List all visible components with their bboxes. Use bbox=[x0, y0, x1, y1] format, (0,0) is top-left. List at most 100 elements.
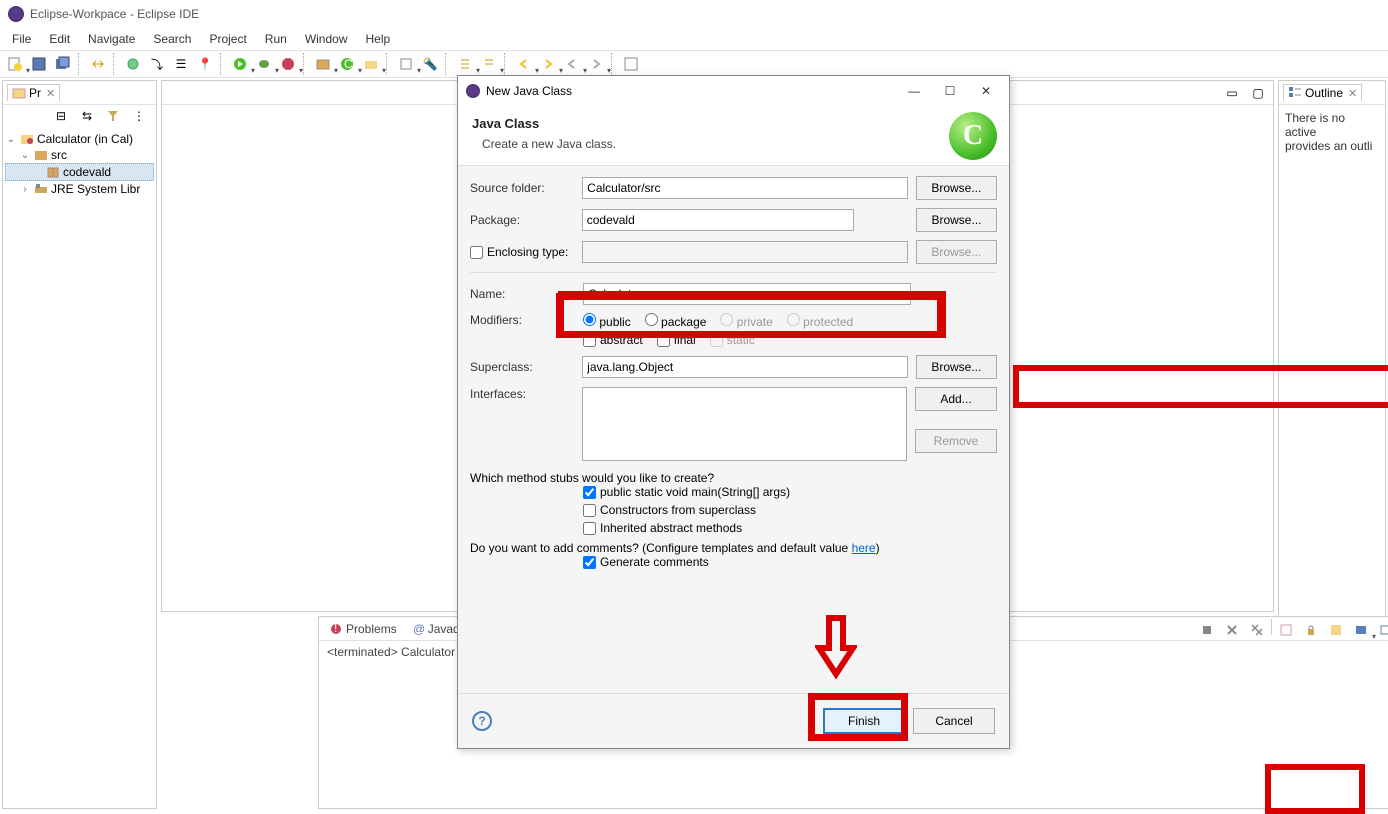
generate-comments-checkbox[interactable]: Generate comments bbox=[583, 555, 997, 569]
menu-project[interactable]: Project bbox=[201, 30, 254, 48]
window-titlebar: Eclipse-Workpace - Eclipse IDE bbox=[0, 0, 1388, 28]
forward-icon[interactable] bbox=[537, 53, 559, 75]
collapse-all-icon[interactable]: ⊟ bbox=[50, 105, 72, 127]
close-icon[interactable]: ✕ bbox=[971, 84, 1001, 98]
source-folder-input[interactable] bbox=[582, 177, 907, 199]
link-icon[interactable] bbox=[87, 53, 109, 75]
name-input[interactable] bbox=[583, 283, 911, 305]
back-history-icon[interactable] bbox=[561, 53, 583, 75]
new-folder-icon[interactable] bbox=[360, 53, 382, 75]
close-icon[interactable]: ✕ bbox=[1348, 87, 1357, 100]
menu-window[interactable]: Window bbox=[297, 30, 356, 48]
stub-main-checkbox[interactable]: public static void main(String[] args) bbox=[583, 485, 997, 499]
forward-history-icon[interactable] bbox=[585, 53, 607, 75]
run-icon[interactable] bbox=[229, 53, 251, 75]
expand-icon[interactable]: › bbox=[19, 184, 31, 195]
folder-icon bbox=[12, 86, 26, 100]
problems-label: Problems bbox=[346, 622, 397, 636]
finish-button[interactable]: Finish bbox=[823, 708, 905, 734]
debug-icon[interactable] bbox=[122, 53, 144, 75]
clear-console-icon[interactable] bbox=[1275, 619, 1297, 641]
interfaces-label: Interfaces: bbox=[470, 387, 574, 401]
search-icon[interactable]: 🔦 bbox=[419, 53, 441, 75]
tree-jre[interactable]: JRE System Libr bbox=[51, 182, 140, 196]
dialog-heading: Java Class bbox=[472, 116, 995, 131]
cancel-button[interactable]: Cancel bbox=[913, 708, 995, 734]
add-interface-button[interactable]: Add... bbox=[915, 387, 997, 411]
new-class-icon[interactable]: C bbox=[336, 53, 358, 75]
expand-icon[interactable]: ⌄ bbox=[5, 134, 17, 145]
tree-package[interactable]: codevald bbox=[63, 165, 111, 179]
minimize-icon[interactable]: — bbox=[899, 84, 929, 98]
filter-icon[interactable] bbox=[102, 105, 124, 127]
menu-navigate[interactable]: Navigate bbox=[80, 30, 143, 48]
menu-search[interactable]: Search bbox=[145, 30, 199, 48]
tree-src[interactable]: src bbox=[51, 148, 67, 162]
back-icon[interactable] bbox=[513, 53, 535, 75]
annotation-prev-icon[interactable] bbox=[478, 53, 500, 75]
browse-source-button[interactable]: Browse... bbox=[916, 176, 997, 200]
configure-here-link[interactable]: here bbox=[852, 541, 876, 555]
save-icon[interactable] bbox=[28, 53, 50, 75]
align-icon[interactable]: ☰ bbox=[170, 53, 192, 75]
enclosing-checkbox[interactable]: Enclosing type: bbox=[470, 245, 574, 259]
superclass-input[interactable] bbox=[582, 356, 907, 378]
link-editor-icon[interactable]: ⇆ bbox=[76, 105, 98, 127]
minimize-icon[interactable]: ▭ bbox=[1221, 82, 1243, 104]
debug-run-icon[interactable] bbox=[253, 53, 275, 75]
annotation-nav-icon[interactable] bbox=[454, 53, 476, 75]
maximize-icon[interactable]: ☐ bbox=[935, 84, 965, 98]
modifier-abstract-checkbox[interactable]: abstract bbox=[583, 333, 643, 347]
pin-icon[interactable]: 📍 bbox=[194, 53, 216, 75]
open-console-icon[interactable] bbox=[1375, 619, 1388, 641]
package-icon bbox=[46, 165, 60, 179]
display-selected-icon[interactable] bbox=[1350, 619, 1372, 641]
new-icon[interactable] bbox=[4, 53, 26, 75]
stub-constructors-checkbox[interactable]: Constructors from superclass bbox=[583, 503, 997, 517]
maximize-icon[interactable]: ▢ bbox=[1247, 82, 1269, 104]
menubar: File Edit Navigate Search Project Run Wi… bbox=[0, 28, 1388, 50]
modifier-static-checkbox: static bbox=[710, 333, 755, 347]
menu-file[interactable]: File bbox=[4, 30, 39, 48]
help-icon[interactable]: ? bbox=[472, 711, 492, 731]
problems-tab[interactable]: ! Problems bbox=[323, 620, 403, 638]
menu-edit[interactable]: Edit bbox=[41, 30, 78, 48]
close-icon[interactable]: ✕ bbox=[46, 87, 55, 100]
scroll-lock-icon[interactable] bbox=[1300, 619, 1322, 641]
interfaces-listbox[interactable] bbox=[582, 387, 907, 461]
menu-run[interactable]: Run bbox=[257, 30, 295, 48]
terminate-icon[interactable] bbox=[1196, 619, 1218, 641]
outline-icon bbox=[1288, 86, 1302, 100]
browse-enclosing-button: Browse... bbox=[916, 240, 997, 264]
browse-package-button[interactable]: Browse... bbox=[916, 208, 997, 232]
save-all-icon[interactable] bbox=[52, 53, 74, 75]
jre-library-icon bbox=[34, 182, 48, 196]
word-wrap-icon[interactable] bbox=[1325, 619, 1347, 641]
skip-icon[interactable]: ⤵ bbox=[146, 53, 168, 75]
modifier-public-radio[interactable]: public bbox=[583, 313, 631, 329]
remove-launch-icon[interactable] bbox=[1221, 619, 1243, 641]
project-explorer-tab[interactable]: Pr ✕ bbox=[7, 84, 60, 101]
open-type-icon[interactable] bbox=[395, 53, 417, 75]
outline-tab[interactable]: Outline ✕ bbox=[1283, 84, 1362, 101]
stub-inherited-checkbox[interactable]: Inherited abstract methods bbox=[583, 521, 997, 535]
modifier-package-radio[interactable]: package bbox=[645, 313, 707, 329]
remove-all-icon[interactable] bbox=[1246, 619, 1268, 641]
new-package-icon[interactable] bbox=[312, 53, 334, 75]
dialog-titlebar[interactable]: New Java Class — ☐ ✕ bbox=[458, 76, 1009, 106]
modifier-private-radio: private bbox=[720, 313, 772, 329]
view-menu-icon[interactable]: ⋮ bbox=[128, 105, 150, 127]
package-input[interactable] bbox=[582, 209, 854, 231]
tree-project[interactable]: Calculator (in Cal) bbox=[37, 132, 133, 146]
name-label: Name: bbox=[470, 287, 575, 301]
perspective-icon[interactable] bbox=[620, 53, 642, 75]
coverage-icon[interactable] bbox=[277, 53, 299, 75]
project-tree: ⌄ Calculator (in Cal) ⌄ src codevald › J… bbox=[3, 127, 156, 201]
browse-superclass-button[interactable]: Browse... bbox=[916, 355, 997, 379]
dialog-subtitle: Create a new Java class. bbox=[482, 137, 995, 151]
window-title: Eclipse-Workpace - Eclipse IDE bbox=[30, 7, 199, 21]
modifier-final-checkbox[interactable]: final bbox=[657, 333, 696, 347]
expand-icon[interactable]: ⌄ bbox=[19, 150, 31, 161]
menu-help[interactable]: Help bbox=[358, 30, 399, 48]
class-wizard-icon: C bbox=[949, 112, 997, 160]
